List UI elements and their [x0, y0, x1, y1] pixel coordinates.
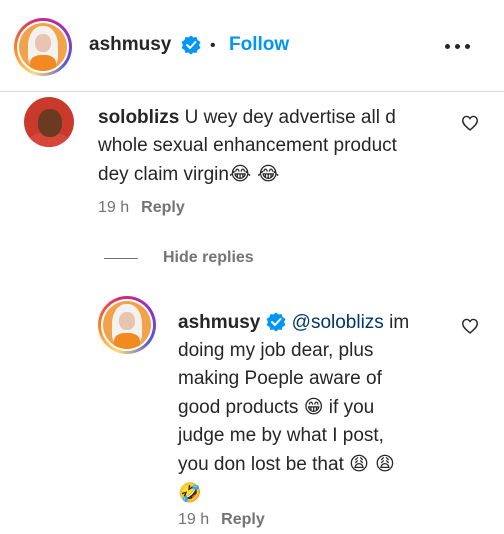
reply-emoji-rofl: 🤣 [178, 482, 202, 504]
reply-reply-button[interactable]: Reply [221, 511, 265, 528]
reply-emoji-weary: 😩 😩 [349, 453, 395, 475]
reply-text-1: im [383, 312, 410, 333]
reply-text-2: doing my job dear, plus [178, 340, 374, 361]
reply-text-3: making Poeple aware of [178, 368, 382, 389]
reply-meta: 19 h Reply [178, 511, 265, 529]
comment-text-2: whole sexual enhancement product [98, 135, 397, 156]
separator-dot: • [210, 37, 216, 54]
comment-meta: 19 h Reply [98, 199, 185, 217]
reply-text-6: you don lost be that [178, 454, 344, 475]
commenter-avatar[interactable] [24, 97, 74, 147]
comment-emojis: 😂 😂 [228, 163, 280, 185]
reply-username[interactable]: ashmusy [178, 312, 260, 333]
hide-replies-button[interactable]: Hide replies [163, 249, 254, 267]
reply-text-4-end: if you [328, 397, 375, 418]
verified-badge-icon [266, 312, 286, 332]
more-options-icon[interactable] [444, 37, 472, 57]
reply-text-5: judge me by what I post, [178, 425, 384, 446]
verified-badge-icon [181, 35, 201, 55]
like-heart-icon[interactable] [461, 115, 479, 131]
comment-reply-button[interactable]: Reply [141, 199, 185, 216]
replies-divider [104, 258, 138, 259]
reply-avatar[interactable] [98, 296, 156, 354]
like-heart-icon[interactable] [461, 318, 479, 334]
post-header: ashmusy • Follow [0, 0, 504, 92]
comment-text-1: U wey dey advertise all d [184, 107, 396, 128]
reply-mention[interactable]: @soloblizs [292, 312, 384, 333]
profile-avatar[interactable] [14, 18, 72, 76]
comment-time: 19 h [98, 199, 130, 216]
comment-username[interactable]: soloblizs [98, 107, 179, 128]
reply-time: 19 h [178, 511, 210, 528]
reply-text-4: good products [178, 397, 299, 418]
reply-body: ashmusy @soloblizs im doing my job dear,… [178, 309, 458, 508]
follow-button[interactable]: Follow [229, 34, 289, 56]
post-username[interactable]: ashmusy [89, 34, 171, 56]
comment-text-3: dey claim virgin [98, 164, 229, 185]
reply-emoji-grin: 😁 [303, 396, 324, 418]
comment-body: soloblizs U wey dey advertise all d whol… [98, 104, 458, 189]
